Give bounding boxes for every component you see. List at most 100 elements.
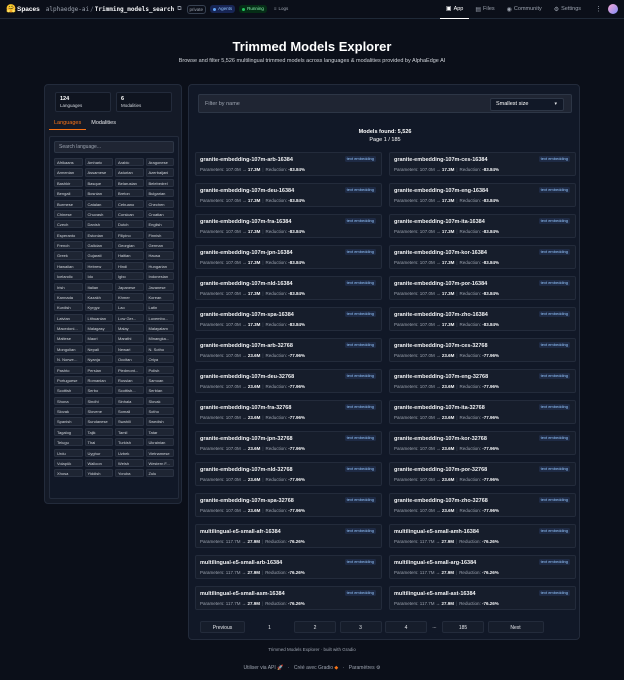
breadcrumb-owner[interactable]: alphaedge-ai bbox=[46, 6, 89, 13]
language-chip[interactable]: Macedoni... bbox=[54, 324, 83, 333]
language-chip[interactable]: Slovak bbox=[54, 407, 83, 416]
language-chip[interactable]: Amharic bbox=[84, 158, 113, 167]
model-card[interactable]: granite-embedding-107m-spa-16384 text emb… bbox=[195, 306, 382, 332]
language-chip[interactable]: Yoruba bbox=[115, 469, 144, 478]
language-chip[interactable]: Bosnian bbox=[84, 189, 113, 198]
language-chip[interactable]: Scottish... bbox=[115, 386, 144, 395]
language-chip[interactable]: Maltese bbox=[54, 334, 83, 343]
model-name[interactable]: multilingual-e5-small-afr-16384 bbox=[200, 529, 281, 535]
model-name[interactable]: granite-embedding-107m-fra-32768 bbox=[200, 405, 291, 411]
language-chip[interactable]: Igbo bbox=[115, 272, 144, 281]
language-chip[interactable]: Pashto bbox=[54, 365, 83, 374]
language-chip[interactable]: Samoan bbox=[145, 375, 174, 385]
language-chip[interactable]: Kannada bbox=[54, 292, 83, 302]
language-chip[interactable]: Georgian bbox=[115, 241, 144, 250]
status-badge[interactable]: Running bbox=[239, 5, 267, 13]
language-search-input[interactable] bbox=[54, 141, 174, 153]
language-chip[interactable]: N. Norwegi... bbox=[54, 355, 83, 364]
language-chip[interactable]: Piedmont... bbox=[115, 365, 144, 374]
language-chip[interactable]: Dutch bbox=[115, 220, 144, 229]
language-chip[interactable]: Persian bbox=[84, 365, 113, 374]
language-chip[interactable]: Xhosa bbox=[54, 469, 83, 478]
copy-icon[interactable]: ⧉ bbox=[177, 6, 181, 13]
language-chip[interactable]: Belarusian bbox=[115, 178, 144, 187]
tab-languages[interactable]: Languages bbox=[49, 118, 87, 130]
language-chip[interactable]: Bashkir bbox=[54, 178, 83, 187]
language-chip[interactable]: Bengali bbox=[54, 189, 83, 198]
language-chip[interactable]: Indonesian bbox=[145, 272, 174, 281]
language-chip[interactable]: Chuvash bbox=[84, 209, 113, 219]
logs-button[interactable]: ≡ Logs bbox=[271, 5, 291, 13]
model-name[interactable]: granite-embedding-107m-eng-32768 bbox=[394, 374, 488, 380]
language-chip[interactable]: Kurdish bbox=[54, 303, 83, 312]
model-name[interactable]: granite-embedding-107m-jpn-32768 bbox=[200, 436, 293, 442]
model-card[interactable]: granite-embedding-107m-por-32768 text emb… bbox=[389, 461, 576, 487]
language-chip[interactable]: Galician bbox=[84, 241, 113, 250]
language-chip[interactable]: Shona bbox=[54, 396, 83, 405]
model-card[interactable]: granite-embedding-107m-ita-16384 text emb… bbox=[389, 213, 576, 239]
language-chip[interactable]: English bbox=[145, 220, 174, 229]
language-chip[interactable]: Breton bbox=[115, 189, 144, 198]
language-chip[interactable]: Tajik bbox=[84, 427, 113, 436]
language-chip[interactable]: Greek bbox=[54, 251, 83, 260]
language-chip[interactable]: Tatar bbox=[145, 427, 174, 436]
language-chip[interactable]: Malagasy bbox=[84, 324, 113, 333]
language-chip[interactable]: Serbian bbox=[145, 386, 174, 395]
language-chip[interactable]: Ukrainian bbox=[145, 438, 174, 447]
language-chip[interactable]: Catalan bbox=[84, 199, 113, 208]
model-card[interactable]: multilingual-e5-small-arg-16384 text embe… bbox=[389, 554, 576, 580]
model-card[interactable]: granite-embedding-107m-nld-32768 text emb… bbox=[195, 461, 382, 487]
language-chip[interactable]: Nepali bbox=[84, 344, 113, 353]
model-name[interactable]: granite-embedding-107m-deu-32768 bbox=[200, 374, 294, 380]
tab-modalities[interactable]: Modalities bbox=[86, 118, 121, 130]
language-chip[interactable]: Hawaiian bbox=[54, 261, 83, 270]
language-chip[interactable]: Zulu bbox=[145, 469, 174, 478]
model-card[interactable]: granite-embedding-107m-spa-32768 text emb… bbox=[195, 492, 382, 518]
tab-files[interactable]: ▤ Files bbox=[469, 0, 500, 19]
language-chip[interactable]: Khmer bbox=[115, 292, 144, 302]
language-chip[interactable]: Sindhi bbox=[84, 396, 113, 405]
use-via-api-link[interactable]: Utiliser via API 🚀 bbox=[244, 665, 284, 671]
breadcrumb-repo[interactable]: Trimming_models_search bbox=[95, 6, 174, 13]
language-chip[interactable]: Slovene bbox=[84, 407, 113, 416]
model-name[interactable]: multilingual-e5-small-amh-16384 bbox=[394, 529, 479, 535]
model-name[interactable]: granite-embedding-107m-nld-32768 bbox=[200, 467, 293, 473]
model-card[interactable]: granite-embedding-107m-arb-16384 text emb… bbox=[195, 152, 382, 177]
language-chip[interactable]: Swedish bbox=[145, 417, 174, 426]
language-chip[interactable]: Oriya bbox=[145, 355, 174, 364]
model-name[interactable]: multilingual-e5-small-ast-16384 bbox=[394, 591, 476, 597]
language-chip[interactable]: Yiddish bbox=[84, 469, 113, 478]
language-chip[interactable]: Hausa bbox=[145, 251, 174, 260]
next-page-button[interactable]: Next bbox=[487, 621, 544, 633]
more-options-icon[interactable]: ⋮ bbox=[595, 5, 602, 13]
language-chip[interactable]: Tagalog bbox=[54, 427, 83, 436]
tab-community[interactable]: ◉ Community bbox=[501, 0, 548, 19]
language-chip[interactable]: Assamese bbox=[84, 168, 113, 177]
language-chip[interactable]: Hungarian bbox=[145, 261, 174, 270]
model-card[interactable]: granite-embedding-107m-jpn-16384 text emb… bbox=[195, 244, 382, 270]
language-chip[interactable]: Ido bbox=[84, 272, 113, 281]
language-chip[interactable]: Sundanese bbox=[84, 417, 113, 426]
language-chip[interactable]: Western F... bbox=[145, 458, 174, 468]
model-card[interactable]: granite-embedding-107m-zho-16384 text emb… bbox=[389, 306, 576, 332]
spaces-brand-link[interactable]: 🤗 Spaces bbox=[6, 5, 40, 13]
language-chip[interactable]: Slovak bbox=[145, 396, 174, 405]
language-chip[interactable]: Italian bbox=[84, 282, 113, 291]
language-chip[interactable]: Kazakh bbox=[84, 292, 113, 302]
model-name[interactable]: granite-embedding-107m-kor-32768 bbox=[394, 436, 487, 442]
model-name[interactable]: granite-embedding-107m-ita-16384 bbox=[394, 219, 485, 225]
page-button-1[interactable]: 1 bbox=[248, 621, 291, 633]
model-card[interactable]: granite-embedding-107m-arb-32768 text emb… bbox=[195, 337, 382, 363]
model-card[interactable]: multilingual-e5-small-ast-16384 text embe… bbox=[389, 585, 576, 611]
language-chip[interactable]: Belebedrel bbox=[145, 178, 174, 187]
model-card[interactable]: granite-embedding-107m-kor-16384 text emb… bbox=[389, 244, 576, 270]
language-chip[interactable]: Sinhala bbox=[115, 396, 144, 405]
language-chip[interactable]: Japanese bbox=[115, 282, 144, 291]
model-card[interactable]: granite-embedding-107m-eng-32768 text emb… bbox=[389, 368, 576, 394]
model-name[interactable]: granite-embedding-107m-zho-32768 bbox=[394, 498, 488, 504]
language-chip[interactable]: Basque bbox=[84, 178, 113, 187]
model-card[interactable]: granite-embedding-107m-ita-32768 text emb… bbox=[389, 399, 576, 425]
avatar[interactable] bbox=[608, 4, 618, 14]
language-chip[interactable]: Thai bbox=[84, 438, 113, 447]
language-chip[interactable]: Tamil bbox=[115, 427, 144, 436]
